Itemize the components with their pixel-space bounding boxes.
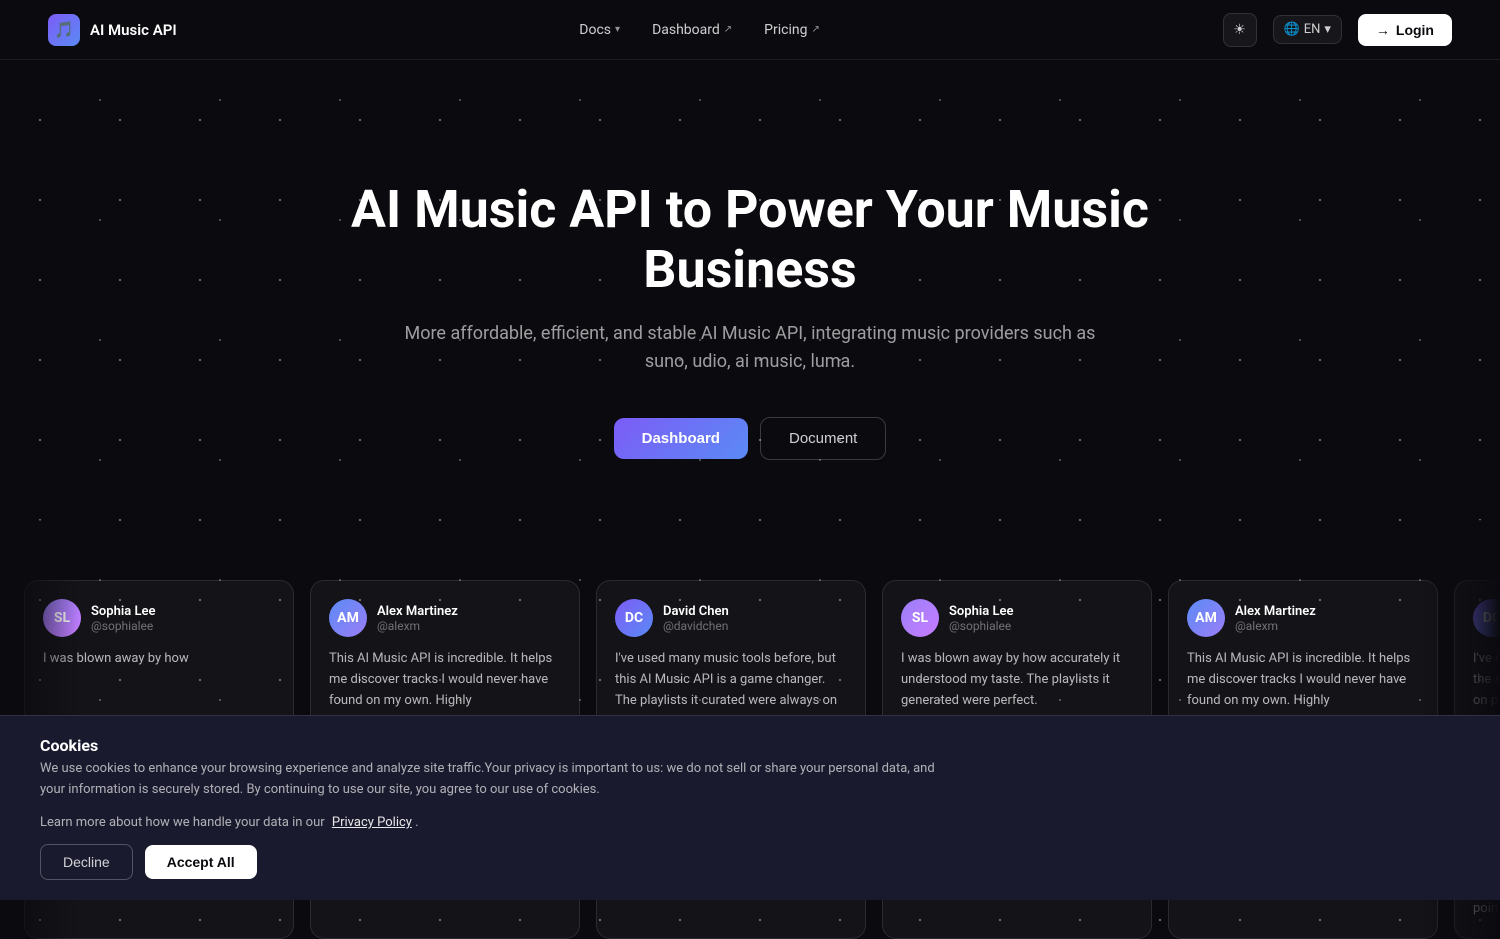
card-user-info: Sophia Lee @sophialee <box>91 604 155 633</box>
nav-right: ☀ 🌐 EN ▾ → Login <box>1223 13 1453 47</box>
card-user-name: David Chen <box>663 604 729 619</box>
login-button[interactable]: → Login <box>1358 14 1452 46</box>
card-user-info: Alex Martinez @alexm <box>377 604 458 633</box>
cookie-title: Cookies <box>40 736 1460 755</box>
card-user-handle: @alexm <box>1235 619 1316 633</box>
external-link-icon: ↗ <box>724 24 732 35</box>
avatar: AM <box>1187 599 1225 637</box>
avatar: AM <box>329 599 367 637</box>
card-user-name: Alex Martinez <box>377 604 458 619</box>
card-user-handle: @sophialee <box>91 619 155 633</box>
card-text: I was blown away by how <box>43 649 275 670</box>
logo-text: AI Music API <box>90 21 177 39</box>
card-header: DC David Chen @davidchen <box>615 599 847 637</box>
card-text: I was blown away by how accurately it un… <box>901 649 1133 711</box>
card-user-info: David Chen @davidchen <box>663 604 729 633</box>
avatar: SL <box>901 599 939 637</box>
login-icon: → <box>1376 22 1390 38</box>
language-selector[interactable]: 🌐 EN ▾ <box>1273 15 1342 44</box>
card-user-info: Sophia Lee @sophialee <box>949 604 1013 633</box>
nav-left: 🎵 AI Music API <box>48 14 177 46</box>
avatar: SL <box>43 599 81 637</box>
nav-center: Docs ▾ Dashboard ↗ Pricing ↗ <box>579 22 820 38</box>
card-header: AM Alex Martinez @alexm <box>329 599 561 637</box>
cookie-decline-button[interactable]: Decline <box>40 844 133 880</box>
nav-pricing-link[interactable]: Pricing ↗ <box>764 22 820 38</box>
nav-dashboard-link[interactable]: Dashboard ↗ <box>652 22 732 38</box>
chevron-down-icon-lang: ▾ <box>1324 22 1331 37</box>
privacy-policy-link[interactable]: Privacy Policy <box>332 815 412 830</box>
logo-icon: 🎵 <box>48 14 80 46</box>
hero-subtitle: More affordable, efficient, and stable A… <box>400 320 1100 378</box>
hero-document-button[interactable]: Document <box>760 417 886 460</box>
chevron-down-icon: ▾ <box>615 24 620 35</box>
hero-section: AI Music API to Power Your Music Busines… <box>0 60 1500 520</box>
card-user-name: Sophia Lee <box>949 604 1013 619</box>
cookie-accept-button[interactable]: Accept All <box>145 845 257 879</box>
card-header: AM Alex Martinez @alexm <box>1187 599 1419 637</box>
card-user-name: Sophia Lee <box>91 604 155 619</box>
globe-icon: 🌐 <box>1284 22 1300 37</box>
card-user-handle: @alexm <box>377 619 458 633</box>
cookie-text: We use cookies to enhance your browsing … <box>40 759 940 801</box>
card-user-handle: @sophialee <box>949 619 1013 633</box>
cookie-learn-more: Learn more about how we handle your data… <box>40 815 1460 830</box>
card-user-handle: @davidchen <box>663 619 729 633</box>
card-header: SL Sophia Lee @sophialee <box>43 599 275 637</box>
card-header: SL Sophia Lee @sophialee <box>901 599 1133 637</box>
hero-title: AI Music API to Power Your Music Busines… <box>300 180 1200 300</box>
hero-buttons: Dashboard Document <box>48 417 1452 460</box>
external-link-icon-pricing: ↗ <box>811 24 819 35</box>
cookie-banner: Cookies We use cookies to enhance your b… <box>0 715 1500 900</box>
nav-docs-link[interactable]: Docs ▾ <box>579 22 620 38</box>
card-user-name: Alex Martinez <box>1235 604 1316 619</box>
cookie-actions: Decline Accept All <box>40 844 1460 880</box>
card-header: DC David Chen @davidchen <box>1473 599 1500 637</box>
navigation: 🎵 AI Music API Docs ▾ Dashboard ↗ Pricin… <box>0 0 1500 60</box>
card-text: I've used many music tools before. But t… <box>1473 649 1500 711</box>
card-user-info: Alex Martinez @alexm <box>1235 604 1316 633</box>
avatar: DC <box>1473 599 1500 637</box>
theme-toggle-button[interactable]: ☀ <box>1223 13 1257 47</box>
avatar: DC <box>615 599 653 637</box>
hero-dashboard-button[interactable]: Dashboard <box>614 418 748 459</box>
